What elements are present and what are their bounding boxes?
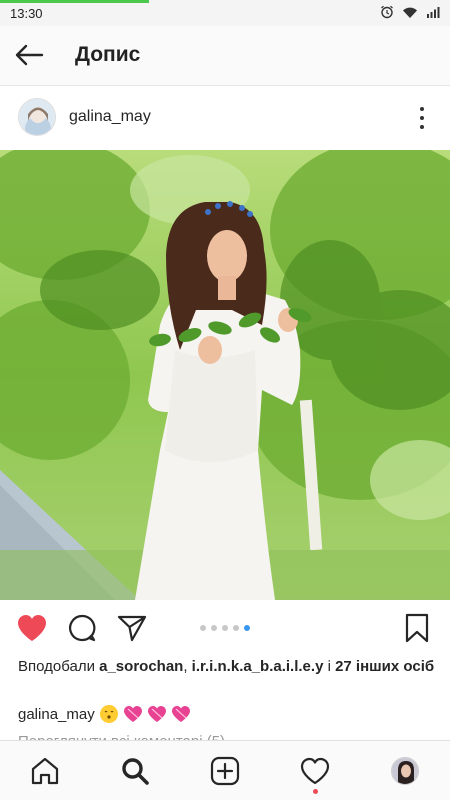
caption-username[interactable]: galina_may (18, 706, 95, 723)
page-title: Допис (75, 43, 141, 66)
more-options-button[interactable] (412, 104, 432, 132)
search-icon (122, 758, 149, 785)
bottom-navigation (0, 740, 450, 800)
home-icon (31, 757, 59, 785)
like-heart-filled-icon (18, 615, 46, 641)
likes-others-link[interactable]: 27 інших осіб (335, 658, 434, 675)
carousel-dot-active (244, 625, 250, 631)
status-bar: 13:30 (0, 0, 450, 26)
nav-add-post[interactable] (207, 754, 243, 788)
status-icons (380, 5, 440, 19)
nav-profile[interactable] (387, 754, 423, 788)
pink-heart-emoji (171, 706, 190, 722)
bookmark-button[interactable] (400, 612, 434, 644)
liked-user-link[interactable]: i.r.i.n.k.a_b.a.i.l.e.y (192, 658, 324, 675)
nav-search[interactable] (117, 754, 153, 788)
post-header: galina_may (0, 86, 450, 150)
likes-prefix: Вподобали (18, 658, 100, 675)
wifi-icon (403, 7, 417, 18)
author-avatar[interactable] (18, 98, 56, 136)
kissing-face-emoji (99, 705, 118, 723)
liked-user-link[interactable]: a_sorochan (99, 658, 183, 675)
author-username[interactable]: galina_may (69, 108, 151, 126)
profile-avatar (391, 757, 419, 785)
nav-activity[interactable] (297, 754, 333, 788)
bookmark-icon (405, 613, 429, 643)
status-time: 13:30 (10, 6, 43, 21)
pink-heart-emoji (123, 706, 142, 722)
comment-icon (69, 614, 96, 642)
share-icon (117, 615, 147, 642)
post-action-bar (0, 600, 450, 656)
comment-button[interactable] (65, 612, 99, 644)
activity-heart-icon (300, 757, 330, 785)
carousel-dot (222, 625, 228, 631)
page-load-progress (0, 0, 149, 3)
carousel-dot (200, 625, 206, 631)
pink-heart-emoji (147, 706, 166, 722)
post-photo[interactable] (0, 150, 450, 600)
signal-icon (427, 7, 440, 18)
nav-home[interactable] (27, 754, 63, 788)
top-app-bar: Допис (0, 26, 450, 86)
share-button[interactable] (115, 612, 149, 644)
likes-summary: Вподобали a_sorochan, i.r.i.n.k.a_b.a.i.… (18, 658, 435, 675)
more-vertical-icon (420, 107, 424, 111)
add-post-icon (210, 756, 240, 786)
back-button[interactable] (12, 40, 46, 70)
arrow-left-icon (15, 44, 44, 66)
like-button[interactable] (15, 612, 49, 644)
post-caption: galina_may (18, 704, 191, 724)
carousel-dot (233, 625, 239, 631)
activity-notification-dot (313, 789, 318, 794)
carousel-dot (211, 625, 217, 631)
carousel-indicator (200, 625, 250, 631)
alarm-icon (381, 5, 393, 19)
